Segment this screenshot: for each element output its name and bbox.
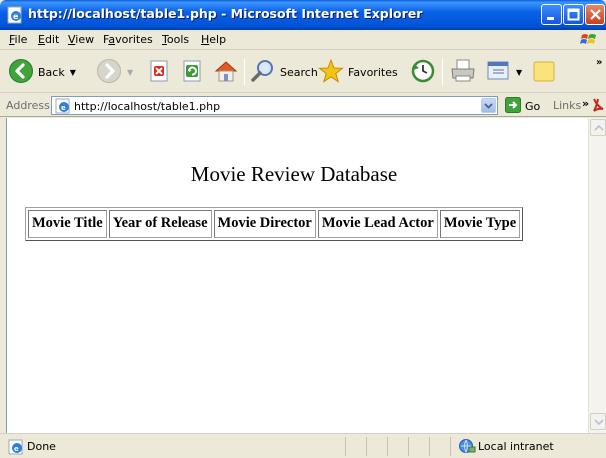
table-header-cell: Movie Director xyxy=(213,210,316,238)
back-button[interactable]: Back ▼ xyxy=(8,57,76,87)
stop-icon xyxy=(148,59,172,86)
favorites-button[interactable]: Favorites xyxy=(318,57,398,87)
ie-page-icon: e xyxy=(55,98,71,117)
status-panel xyxy=(387,437,407,456)
printer-icon xyxy=(449,58,477,87)
forward-arrow-icon xyxy=(96,58,122,87)
links-chevron-icon[interactable]: » xyxy=(582,97,589,110)
status-panel xyxy=(345,437,365,456)
favorites-label: Favorites xyxy=(348,65,398,79)
svg-text:e: e xyxy=(14,445,19,453)
status-panel xyxy=(366,437,386,456)
refresh-icon xyxy=(181,59,205,86)
close-button[interactable] xyxy=(585,4,605,25)
address-dropdown-button[interactable] xyxy=(481,98,496,113)
back-arrow-icon xyxy=(8,58,34,87)
forward-dropdown-icon[interactable]: ▼ xyxy=(127,68,133,77)
edit-page-icon xyxy=(485,58,511,87)
status-text: Done xyxy=(27,440,56,453)
menu-file[interactable]: File xyxy=(9,33,27,46)
links-label[interactable]: Links xyxy=(553,99,581,112)
chevron-down-icon xyxy=(484,103,493,109)
address-input[interactable]: e http://localhost/table1.php xyxy=(51,96,498,115)
status-panel xyxy=(429,437,449,456)
history-icon xyxy=(410,58,436,87)
status-panel xyxy=(408,437,428,456)
forward-button[interactable]: ▼ xyxy=(96,57,133,87)
menu-favorites[interactable]: Favorites xyxy=(103,33,153,46)
window-title: http://localhost/table1.php - Microsoft … xyxy=(28,6,423,21)
toolbar-separator xyxy=(442,59,443,85)
address-bar: Address e http://localhost/table1.php Go… xyxy=(0,94,606,117)
note-icon xyxy=(531,58,557,87)
ie-page-icon: e xyxy=(6,6,24,24)
history-button[interactable] xyxy=(410,57,436,87)
favorites-star-icon xyxy=(318,58,344,87)
go-label: Go xyxy=(525,100,541,113)
edit-dropdown-icon[interactable]: ▼ xyxy=(516,68,522,77)
page-heading: Movie Review Database xyxy=(190,162,398,186)
table-header-cell: Movie Title xyxy=(28,210,107,238)
menu-help[interactable]: Help xyxy=(201,33,226,46)
edit-button[interactable]: ▼ xyxy=(485,57,522,87)
messenger-button[interactable] xyxy=(531,57,557,87)
ie-page-icon: e xyxy=(8,439,24,458)
menu-view[interactable]: View xyxy=(68,33,94,46)
scroll-up-button[interactable] xyxy=(590,119,606,136)
back-label: Back xyxy=(38,65,65,79)
go-arrow-icon xyxy=(505,97,521,116)
maximize-button[interactable] xyxy=(563,4,584,25)
vertical-scrollbar[interactable] xyxy=(588,118,606,433)
refresh-button[interactable] xyxy=(181,57,205,87)
acrobat-icon[interactable] xyxy=(592,97,605,116)
back-dropdown-icon[interactable]: ▼ xyxy=(70,68,76,77)
chevron-up-icon xyxy=(594,124,604,131)
menu-tools[interactable]: Tools xyxy=(162,33,189,46)
search-icon xyxy=(250,58,276,87)
movie-table: Movie Title Year of Release Movie Direct… xyxy=(25,207,524,241)
toolbar-overflow-chevron-icon[interactable]: » xyxy=(596,57,602,68)
table-header-cell: Year of Release xyxy=(108,210,212,238)
scroll-down-button[interactable] xyxy=(590,413,606,430)
chevron-down-icon xyxy=(594,419,604,426)
zone-text: Local intranet xyxy=(478,440,554,453)
svg-text:e: e xyxy=(61,104,66,112)
menu-bar: File Edit View Favorites Tools Help xyxy=(0,30,606,50)
go-button[interactable]: Go xyxy=(505,97,540,116)
standard-toolbar: Back ▼ ▼ Search Favorites ▼ » xyxy=(0,51,606,93)
minimize-button[interactable] xyxy=(541,4,562,25)
local-intranet-icon xyxy=(458,438,476,457)
table-header-cell: Movie Type xyxy=(439,210,521,238)
print-button[interactable] xyxy=(449,57,477,87)
svg-text:e: e xyxy=(13,12,19,21)
search-label: Search xyxy=(280,65,318,79)
toolbar-separator xyxy=(244,59,245,85)
title-bar[interactable]: e http://localhost/table1.php - Microsof… xyxy=(0,0,606,30)
table-header-cell: Movie Lead Actor xyxy=(317,210,438,238)
status-bar: e Done Local intranet xyxy=(0,433,606,458)
table-header-row: Movie Title Year of Release Movie Direct… xyxy=(28,210,521,238)
search-button[interactable]: Search xyxy=(250,57,318,87)
address-value: http://localhost/table1.php xyxy=(74,100,221,113)
home-button[interactable] xyxy=(213,57,239,87)
menu-edit[interactable]: Edit xyxy=(38,33,59,46)
windows-logo-icon xyxy=(580,32,598,48)
home-icon xyxy=(213,58,239,87)
address-label: Address xyxy=(6,99,50,112)
stop-button[interactable] xyxy=(148,57,172,87)
ie-window: e http://localhost/table1.php - Microsof… xyxy=(0,0,606,458)
